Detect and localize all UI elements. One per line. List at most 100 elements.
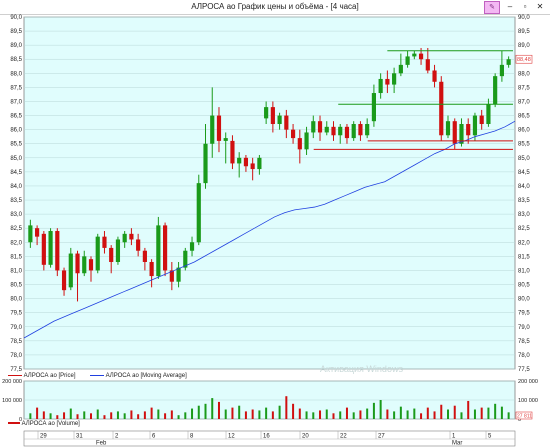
y-tick-label-right: 84,5 — [518, 170, 530, 176]
volume-tick-right: 100 000 — [518, 398, 538, 404]
volume-bar — [467, 400, 470, 419]
candle-body — [48, 231, 53, 265]
y-tick-label-right: 88,0 — [518, 71, 530, 77]
candle-body — [290, 129, 296, 139]
candle-body — [257, 157, 262, 170]
volume-bar — [332, 413, 335, 419]
time-tick-label: 29 — [40, 434, 47, 440]
candle-body — [243, 157, 249, 167]
volume-bar — [123, 413, 126, 419]
candle-body — [129, 233, 134, 240]
candle-body — [149, 261, 154, 277]
volume-bar — [339, 411, 342, 419]
volume-tick-left: 100 000 — [2, 398, 22, 404]
volume-bar — [56, 415, 59, 419]
y-tick-label-right: 87,0 — [518, 99, 530, 105]
volume-bar — [177, 415, 180, 419]
candle-body — [284, 115, 289, 130]
month-label: Mar — [452, 441, 462, 447]
volume-bar — [413, 408, 416, 419]
candle-body — [41, 233, 46, 265]
y-tick-label-right: 79,0 — [518, 325, 530, 331]
candle-body — [479, 115, 484, 125]
volume-last-label: 27 811 — [517, 414, 532, 420]
y-tick-label-left: 84,5 — [10, 170, 22, 176]
candle-body — [466, 124, 471, 136]
candle-body — [506, 59, 511, 65]
candle-body — [264, 107, 269, 119]
volume-bar — [69, 408, 72, 419]
candle-body — [331, 126, 336, 136]
y-tick-label-left: 89,5 — [10, 29, 22, 35]
y-tick-label-left: 84,0 — [10, 184, 22, 190]
y-tick-label-left: 81,5 — [10, 254, 22, 260]
volume-bar — [426, 407, 429, 419]
candle-body — [351, 124, 356, 139]
y-tick-label-right: 82,0 — [518, 240, 530, 246]
candle-body — [95, 236, 100, 271]
volume-bar — [447, 409, 450, 419]
candle-body — [102, 236, 107, 248]
volume-bar — [157, 409, 160, 419]
volume-bar — [352, 412, 355, 419]
volume-bar — [305, 411, 308, 419]
y-tick-label-left: 78,0 — [10, 353, 22, 359]
volume-bar — [29, 413, 32, 419]
y-tick-label-right: 89,0 — [518, 43, 530, 49]
candle-body — [365, 124, 370, 136]
y-tick-label-right: 83,0 — [518, 212, 530, 218]
volume-bar — [399, 406, 402, 419]
candle-body — [210, 115, 215, 144]
candle-body — [493, 76, 498, 105]
y-tick-label-left: 82,5 — [10, 226, 22, 232]
candle-body — [311, 121, 316, 133]
volume-bar — [319, 410, 322, 419]
volume-bar — [238, 405, 241, 419]
candle-body — [297, 138, 302, 150]
volume-bar — [96, 409, 99, 419]
y-tick-label-right: 89,5 — [518, 29, 530, 35]
y-tick-label-left: 88,5 — [10, 57, 22, 63]
candle-body — [223, 138, 228, 141]
y-tick-label-right: 80,0 — [518, 297, 530, 303]
candle-body — [304, 132, 309, 150]
volume-bar — [49, 413, 52, 419]
candle-body — [344, 126, 350, 139]
candle-body — [371, 93, 376, 122]
candle-body — [142, 250, 147, 262]
volume-bar — [453, 405, 456, 419]
y-tick-label-right: 82,5 — [518, 226, 530, 232]
y-tick-label-left: 90,0 — [10, 15, 22, 21]
candle-body — [115, 239, 121, 262]
y-tick-label-right: 86,5 — [518, 114, 530, 120]
candle-body — [82, 256, 87, 274]
candle-body — [412, 53, 417, 57]
candle-body — [109, 247, 114, 262]
volume-bar — [312, 412, 315, 419]
volume-bar — [191, 408, 194, 419]
y-tick-label-left: 86,0 — [10, 128, 22, 134]
candle-body — [432, 70, 437, 82]
legend-volume: АЛРОСА ао [Volume] — [8, 421, 80, 427]
y-tick-label-right: 77,5 — [518, 367, 530, 373]
candle-body — [324, 126, 329, 133]
candle-body — [136, 239, 141, 251]
price-chart[interactable]: 90,090,089,589,589,089,088,588,588,088,0… — [0, 0, 550, 448]
time-tick-label: 31 — [76, 434, 83, 440]
volume-bar — [258, 410, 261, 419]
y-tick-label-left: 85,5 — [10, 142, 22, 148]
candle-body — [250, 163, 255, 170]
volume-bar — [460, 412, 463, 419]
y-tick-label-right: 85,0 — [518, 156, 530, 162]
volume-bar — [440, 404, 443, 419]
volume-bar — [76, 414, 79, 419]
candle-body — [418, 53, 424, 60]
y-tick-label-right: 81,5 — [518, 254, 530, 260]
candle-body — [176, 267, 181, 282]
windows-activation-watermark: Активация Windows — [320, 364, 403, 374]
y-tick-label-right: 84,0 — [518, 184, 530, 190]
candle-body — [230, 140, 235, 164]
y-tick-label-right: 86,0 — [518, 128, 530, 134]
candle-body — [61, 270, 67, 291]
candle-body — [277, 115, 282, 125]
